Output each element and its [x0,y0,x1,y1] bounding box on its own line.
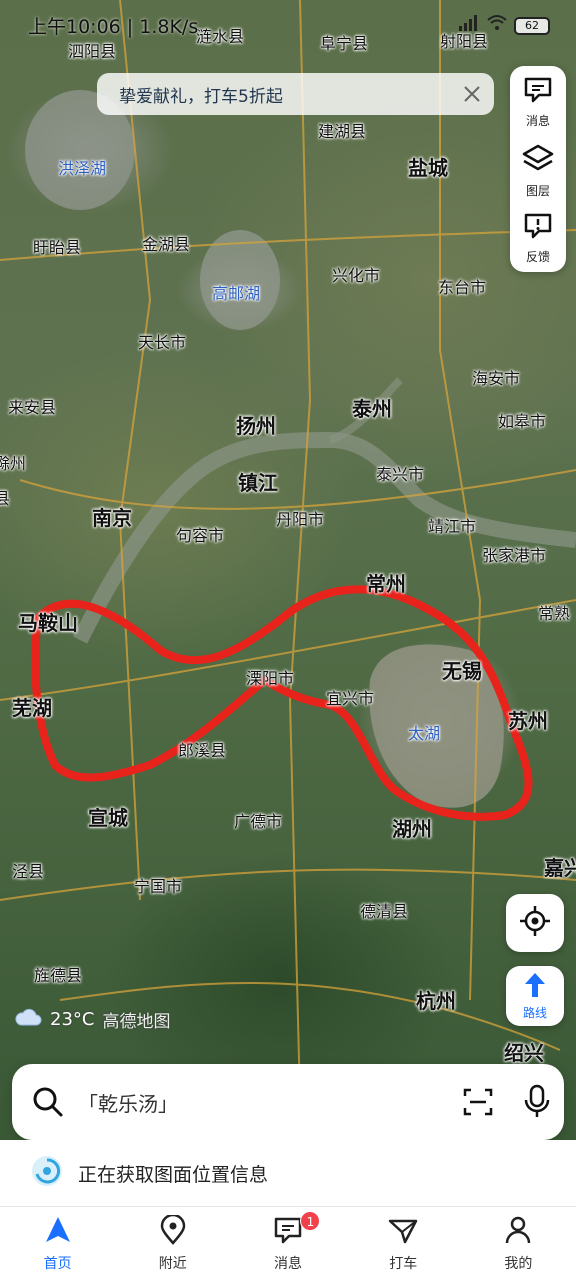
search-input[interactable]: 「乾乐汤」 [78,1088,178,1117]
map-label: 郎溪县 [178,741,227,760]
map-label: 常州 [366,572,406,596]
tab-bar: 首页 附近 消息 1 打车 我的 [0,1206,576,1280]
map-label: 盐城 [408,156,448,180]
map-label: 宜兴市 [326,689,375,708]
map-label: 张家港市 [482,546,547,565]
map-label: 嘉兴 [544,856,576,880]
temperature-text: 23°C [50,1009,95,1030]
map-label: 海安市 [472,369,521,388]
map-label: 南京 [92,506,132,530]
map-label: 湖州 [392,817,432,841]
map-label: 镇江 [238,471,278,495]
tab-label: 消息 [274,1256,302,1272]
map-label: 旌德县 [34,966,83,985]
side-toolbar: 消息 图层 反馈 [510,66,566,272]
layers-icon [522,144,554,178]
map-label: 泰州 [352,397,392,421]
tab-profile[interactable]: 我的 [461,1207,576,1280]
locate-icon [519,905,551,941]
map-label: 无锡 [442,659,482,683]
battery-icon: 62 [514,16,550,35]
tab-label: 打车 [389,1256,418,1272]
map-label: 泰兴市 [376,465,425,484]
map-view[interactable]: 泗阳县 涟水县 阜宁县 射阳县 建湖县 盐城 洪泽湖 盱眙县 金湖县 高邮湖 兴… [0,0,576,1140]
map-label: 常熟 [538,604,571,623]
brand-watermark: 高德地图 [102,1012,171,1032]
scan-icon[interactable] [462,1086,494,1122]
home-arrow-icon [43,1215,73,1253]
microphone-icon[interactable] [522,1084,552,1124]
tab-taxi[interactable]: 打车 [346,1207,461,1280]
side-tool-label: 消息 [525,114,550,128]
map-label: 芜湖 [12,696,52,720]
map-label: 德清县 [360,902,409,921]
map-label: 建湖县 [318,122,367,141]
status-icons: 62 [458,14,550,37]
map-label: 金湖县 [142,235,191,254]
location-info-bar: 正在获取图面位置信息 [0,1140,576,1206]
weather-widget: 23°C 高德地图 [14,1007,170,1032]
route-arrow-icon [523,972,547,1002]
map-label: 苏州 [508,709,548,733]
map-label: 如皋市 [498,412,547,431]
status-bar: 上午10:06 | 1.8K/s 62 [0,0,576,52]
map-label: 兴化市 [332,266,381,285]
yangtze-river [72,431,576,644]
map-label: 来安县 [8,398,57,417]
cloud-icon [14,1007,42,1032]
side-tool-label: 图层 [525,184,550,198]
promo-banner-text: 挚爱献礼，打车5折起 [119,86,283,107]
map-label: 宣城 [88,806,128,830]
search-icon [32,1086,64,1122]
promo-banner[interactable]: 挚爱献礼，打车5折起 [97,73,494,115]
layers-tool-button[interactable]: 图层 [510,136,566,202]
tab-home[interactable]: 首页 [0,1207,115,1280]
map-label: 洪泽湖 [58,159,107,178]
map-label: 太湖 [408,724,441,743]
unread-badge: 1 [300,1211,321,1231]
messages-tool-button[interactable]: 消息 [510,68,566,134]
map-label: 广德市 [234,812,283,831]
bottom-sheet: 「乾乐汤」 正在获取图面位置信息 首页 附近 消息 1 打车 我的 [0,1048,576,1280]
side-tool-label: 反馈 [525,250,550,264]
map-label: 泾县 [12,862,45,881]
location-info-text: 正在获取图面位置信息 [78,1163,269,1186]
status-time: 上午10:06 | 1.8K/s [28,16,199,38]
map-label: 溧阳市 [246,669,295,688]
user-icon [503,1215,533,1253]
tab-nearby[interactable]: 附近 [115,1207,230,1280]
tab-label: 附近 [158,1256,187,1272]
locate-button[interactable] [506,894,564,952]
route-button[interactable]: 路线 [506,966,564,1026]
location-pin-icon [158,1213,188,1253]
map-label: 靖江市 [428,517,477,536]
map-label: 滁州 [0,454,27,473]
map-label: 县 [0,489,11,508]
message-icon [523,76,553,108]
tab-messages[interactable]: 消息 1 [230,1207,345,1280]
search-bar[interactable]: 「乾乐汤」 [12,1064,564,1140]
map-label: 马鞍山 [18,611,78,635]
chat-icon [273,1215,303,1253]
map-label: 宁国市 [134,877,183,896]
map-label: 句容市 [176,526,225,545]
close-icon[interactable] [456,78,488,110]
taxi-icon [388,1215,418,1253]
map-label: 盱眙县 [33,238,82,257]
feedback-tool-button[interactable]: 反馈 [510,204,566,270]
map-label: 杭州 [416,989,456,1013]
wifi-icon [486,14,508,37]
tab-label: 首页 [43,1256,72,1272]
signal-icon [458,14,480,37]
map-label: 扬州 [236,414,276,438]
map-label: 丹阳市 [276,510,325,529]
map-label: 东台市 [438,278,487,297]
loading-swirl-icon [30,1154,64,1193]
map-label: 天长市 [138,333,187,352]
route-label: 路线 [522,1005,547,1020]
tab-label: 我的 [504,1256,533,1272]
map-label: 高邮湖 [212,284,261,303]
feedback-icon [523,212,553,244]
